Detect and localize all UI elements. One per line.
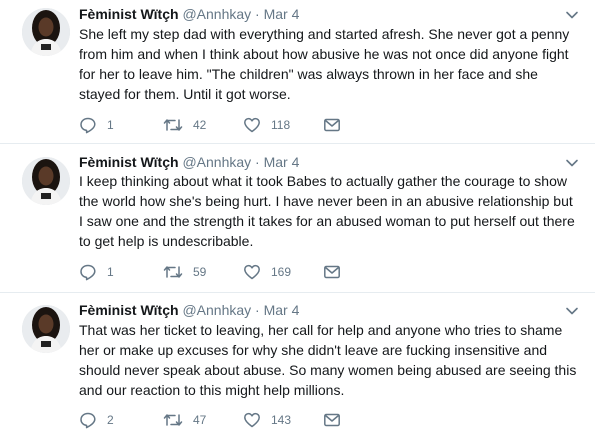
tweet[interactable]: Fèminist Wïtçh @Annhkay · Mar 4 I keep t… [0, 144, 595, 292]
retweet-icon [163, 266, 183, 278]
heart-icon [244, 412, 260, 428]
reply-count: 2 [107, 413, 114, 427]
timestamp[interactable]: Mar 4 [264, 6, 300, 22]
retweet-count: 47 [193, 413, 207, 427]
separator: · [255, 302, 260, 318]
tweet-actions: 2 47 143 [79, 411, 379, 429]
retweet-button[interactable]: 59 [163, 263, 206, 281]
retweet-count: 42 [193, 118, 207, 132]
display-name[interactable]: Fèminist Wïtçh [79, 154, 179, 170]
tweet[interactable]: Fèminist Wïtçh @Annhkay · Mar 4 That was… [0, 293, 595, 429]
retweet-button[interactable]: 42 [163, 116, 206, 134]
tweet-actions: 1 42 118 [79, 116, 379, 134]
like-button[interactable]: 143 [243, 411, 291, 429]
reply-button[interactable]: 2 [79, 411, 114, 429]
direct-message-button[interactable] [323, 411, 341, 429]
chevron-down-icon[interactable] [565, 156, 579, 170]
display-name[interactable]: Fèminist Wïtçh [79, 6, 179, 22]
heart-icon [244, 264, 260, 280]
retweet-icon [163, 414, 183, 426]
tweet-header: Fèminist Wïtçh @Annhkay · Mar 4 [79, 5, 299, 23]
timestamp[interactable]: Mar 4 [264, 154, 300, 170]
like-count: 143 [271, 413, 292, 427]
display-name[interactable]: Fèminist Wïtçh [79, 302, 179, 318]
envelope-icon [324, 265, 340, 279]
avatar[interactable] [22, 305, 70, 353]
reply-count: 1 [107, 118, 114, 132]
separator: · [255, 6, 260, 22]
reply-button[interactable]: 1 [79, 263, 114, 281]
username[interactable]: @Annhkay [182, 302, 251, 318]
like-count: 118 [271, 118, 291, 132]
envelope-icon [324, 118, 340, 132]
username[interactable]: @Annhkay [182, 154, 251, 170]
retweet-button[interactable]: 47 [163, 411, 206, 429]
avatar[interactable] [22, 8, 70, 56]
direct-message-button[interactable] [323, 263, 341, 281]
separator: · [255, 154, 260, 170]
username[interactable]: @Annhkay [182, 6, 251, 22]
reply-icon [80, 117, 96, 134]
timestamp[interactable]: Mar 4 [264, 302, 300, 318]
chevron-down-icon[interactable] [565, 304, 579, 318]
like-button[interactable]: 169 [243, 263, 291, 281]
tweet-header: Fèminist Wïtçh @Annhkay · Mar 4 [79, 153, 299, 171]
avatar[interactable] [22, 157, 70, 205]
tweet-header: Fèminist Wïtçh @Annhkay · Mar 4 [79, 301, 299, 319]
retweet-icon [163, 119, 183, 131]
tweet-text: That was her ticket to leaving, her call… [79, 322, 577, 398]
retweet-count: 59 [193, 265, 207, 279]
like-count: 169 [271, 265, 292, 279]
reply-icon [80, 264, 96, 281]
like-button[interactable]: 118 [243, 116, 290, 134]
envelope-icon [324, 413, 340, 427]
chevron-down-icon[interactable] [565, 8, 579, 22]
tweet-text: I keep thinking about what it took Babes… [79, 173, 575, 249]
reply-count: 1 [107, 265, 114, 279]
tweet[interactable]: Fèminist Wïtçh @Annhkay · Mar 4 She left… [0, 0, 595, 140]
direct-message-button[interactable] [323, 116, 341, 134]
heart-icon [244, 117, 260, 133]
tweet-text: She left my step dad with everything and… [79, 26, 570, 102]
reply-icon [80, 412, 96, 429]
tweet-actions: 1 59 169 [79, 263, 379, 281]
reply-button[interactable]: 1 [79, 116, 114, 134]
